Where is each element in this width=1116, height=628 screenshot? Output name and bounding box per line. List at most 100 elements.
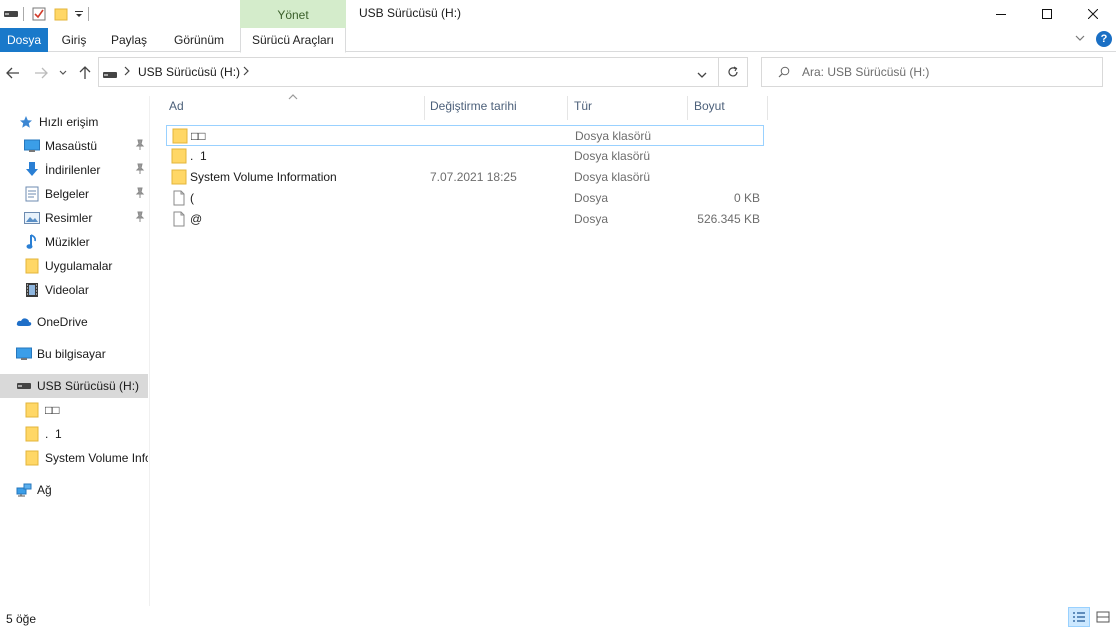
nav-item-desktop[interactable]: Masaüstü [0, 134, 148, 158]
recent-locations-button[interactable] [56, 64, 70, 82]
customize-toolbar-icon[interactable] [74, 6, 84, 22]
pin-icon[interactable] [135, 163, 145, 175]
nav-item-downloads[interactable]: İndirilenler [0, 158, 148, 182]
folder-icon [171, 169, 187, 185]
close-button[interactable] [1070, 0, 1116, 28]
breadcrumb-usb-drive[interactable]: USB Sürücüsü (H:) [138, 65, 240, 79]
folder-icon [24, 258, 40, 274]
tab-file[interactable]: Dosya [0, 28, 48, 52]
arrow-right-icon [35, 67, 48, 79]
file-icon [171, 211, 187, 227]
back-button[interactable] [4, 64, 22, 82]
folder-icon [24, 450, 40, 466]
column-header-modified[interactable]: Değiştirme tarihi [430, 96, 566, 120]
column-header-size[interactable]: Boyut [694, 96, 766, 120]
nav-usb-child[interactable]: . 1 [0, 422, 148, 446]
refresh-button[interactable] [719, 57, 748, 87]
address-history-button[interactable] [697, 68, 707, 82]
search-input[interactable] [802, 64, 1092, 80]
table-row[interactable]: ( Dosya 0 KB [166, 188, 764, 209]
tab-share[interactable]: Paylaş [104, 28, 154, 52]
minimize-button[interactable] [978, 0, 1024, 28]
nav-item-music[interactable]: Müzikler [0, 230, 148, 254]
table-row[interactable]: @ Dosya 526.345 KB [166, 209, 764, 230]
nav-this-pc[interactable]: Bu bilgisayar [0, 342, 148, 366]
breadcrumb-separator-icon[interactable] [242, 65, 250, 79]
desktop-icon [24, 138, 40, 154]
large-icons-view-icon [1096, 611, 1110, 623]
table-row[interactable]: □□ Dosya klasörü [166, 125, 764, 146]
nav-item-pictures[interactable]: Resimler [0, 206, 148, 230]
address-bar[interactable]: USB Sürücüsü (H:) [98, 57, 719, 87]
column-divider[interactable] [424, 96, 425, 120]
folder-icon [24, 402, 40, 418]
file-type: Dosya [574, 212, 609, 226]
refresh-icon [728, 66, 738, 77]
nav-usb-drive[interactable]: USB Sürücüsü (H:) [0, 374, 148, 398]
nav-label: Bu bilgisayar [37, 347, 106, 361]
nav-network[interactable]: Ağ [0, 478, 148, 502]
expand-ribbon-button[interactable] [1074, 32, 1088, 46]
table-row[interactable]: . 1 Dosya klasörü [166, 146, 764, 167]
help-button[interactable]: ? [1096, 31, 1112, 47]
file-type: Dosya [574, 191, 609, 205]
minimize-icon [996, 14, 1006, 15]
properties-icon[interactable] [31, 6, 47, 22]
nav-label: Uygulamalar [45, 259, 113, 273]
chevron-down-icon [697, 72, 707, 78]
large-icons-view-button[interactable] [1092, 607, 1114, 627]
drive-icon [16, 378, 32, 394]
videos-icon [24, 282, 40, 298]
column-divider[interactable] [567, 96, 568, 120]
tab-home[interactable]: Giriş [50, 28, 98, 52]
folder-icon [172, 128, 188, 144]
chevron-down-icon [59, 70, 67, 75]
folder-icon [171, 148, 187, 164]
tab-view[interactable]: Görünüm [166, 28, 232, 52]
nav-label: Müzikler [45, 235, 90, 249]
nav-label: OneDrive [37, 315, 88, 329]
nav-quick-access[interactable]: Hızlı erişim [0, 110, 148, 134]
column-divider[interactable] [687, 96, 688, 120]
maximize-button[interactable] [1024, 0, 1070, 28]
details-view-button[interactable] [1068, 607, 1090, 627]
nav-item-applications[interactable]: Uygulamalar [0, 254, 148, 278]
nav-onedrive[interactable]: OneDrive [0, 310, 148, 334]
column-header-name[interactable]: Ad [169, 96, 423, 120]
tab-drive-tools[interactable]: Sürücü Araçları [240, 28, 346, 53]
title-bar: Yönet USB Sürücüsü (H:) [0, 0, 1116, 28]
column-header-type[interactable]: Tür [574, 96, 686, 120]
nav-item-videos[interactable]: Videolar [0, 278, 148, 302]
nav-usb-child[interactable]: □□ [0, 398, 148, 422]
downloads-icon [24, 162, 40, 178]
nav-usb-child[interactable]: System Volume Information [0, 446, 148, 470]
up-button[interactable] [76, 64, 94, 82]
file-name: System Volume Information [190, 170, 337, 184]
file-modified: 7.07.2021 18:25 [430, 170, 517, 184]
star-icon [18, 114, 34, 130]
help-icon: ? [1100, 33, 1108, 45]
nav-label: Hızlı erişim [39, 115, 99, 129]
file-name: ( [190, 191, 194, 205]
separator [23, 7, 24, 21]
table-row[interactable]: System Volume Information 7.07.2021 18:2… [166, 167, 764, 188]
forward-button[interactable] [32, 64, 50, 82]
nav-item-documents[interactable]: Belgeler [0, 182, 148, 206]
quick-access-toolbar [0, 0, 93, 28]
pin-icon[interactable] [135, 139, 145, 151]
nav-label: Videolar [45, 283, 89, 297]
new-folder-icon[interactable] [53, 6, 69, 22]
file-name: @ [190, 212, 203, 226]
breadcrumb-separator-icon[interactable] [123, 65, 131, 79]
nav-label: Ağ [37, 483, 52, 497]
maximize-icon [1042, 9, 1052, 19]
column-divider[interactable] [767, 96, 768, 120]
search-box[interactable] [761, 57, 1103, 87]
cloud-icon [16, 314, 32, 330]
network-icon [16, 482, 32, 498]
pin-icon[interactable] [135, 211, 145, 223]
file-type: Dosya klasörü [574, 149, 651, 163]
context-tab-manage[interactable]: Yönet [240, 0, 346, 28]
pin-icon[interactable] [135, 187, 145, 199]
search-icon [778, 66, 790, 81]
